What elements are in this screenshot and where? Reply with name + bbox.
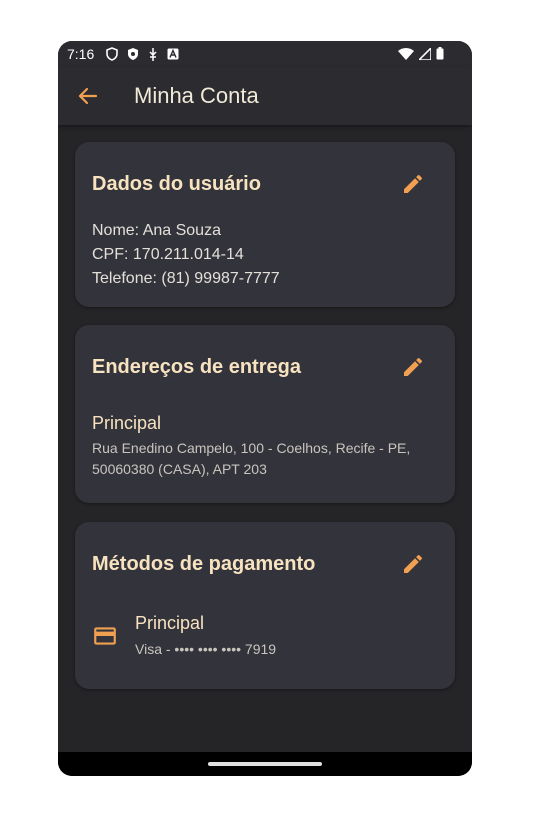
pencil-icon xyxy=(404,174,423,193)
pencil-icon xyxy=(404,357,423,376)
page-title: Minha Conta xyxy=(134,83,259,108)
edit-address-button[interactable] xyxy=(401,355,425,379)
font-icon xyxy=(167,48,179,60)
payment-card: Métodos de pagamento Principal Visa - ••… xyxy=(75,522,455,689)
edit-user-button[interactable] xyxy=(401,172,425,196)
user-data-title: Dados do usuário xyxy=(92,173,261,195)
pencil-icon xyxy=(404,554,423,573)
app-bar: Minha Conta xyxy=(58,67,472,125)
status-icons-right xyxy=(398,47,444,60)
arrow-back-icon xyxy=(78,87,98,105)
battery-icon xyxy=(436,47,444,60)
navigation-bar xyxy=(58,752,472,776)
addresses-title: Endereços de entrega xyxy=(92,356,301,378)
payment-label: Principal xyxy=(135,613,205,633)
back-button[interactable] xyxy=(74,82,102,110)
address-line-1: Rua Enedino Campelo, 100 - Coelhos, Reci… xyxy=(92,440,411,456)
credit-card-icon xyxy=(92,623,118,649)
addresses-card: Endereços de entrega Principal Rua Enedi… xyxy=(75,325,455,503)
wifi-icon xyxy=(398,47,414,60)
user-phone: Telefone: (81) 99987-7777 xyxy=(92,270,280,287)
address-line-2: 50060380 (CASA), APT 203 xyxy=(92,461,267,477)
status-time: 7:16 xyxy=(67,46,95,62)
home-gesture-handle[interactable] xyxy=(208,762,322,766)
payment-title: Métodos de pagamento xyxy=(92,553,316,575)
address-label: Principal xyxy=(92,413,162,433)
shield-icon xyxy=(128,48,138,60)
signal-icon xyxy=(419,47,431,60)
usb-icon xyxy=(149,47,157,61)
payment-detail: Visa - •••• •••• •••• 7919 xyxy=(135,641,277,657)
edit-payment-button[interactable] xyxy=(401,552,425,576)
status-icons-left xyxy=(106,47,179,61)
phone-screen: 7:16 Minha Conta Dados do usuário Nome: … xyxy=(58,41,472,776)
user-data-card: Dados do usuário Nome: Ana Souza CPF: 17… xyxy=(75,142,455,307)
user-cpf: CPF: 170.211.014-14 xyxy=(92,246,244,263)
user-name: Nome: Ana Souza xyxy=(92,222,221,239)
status-bar: 7:16 xyxy=(58,41,472,67)
shield-outline-icon xyxy=(106,47,118,61)
